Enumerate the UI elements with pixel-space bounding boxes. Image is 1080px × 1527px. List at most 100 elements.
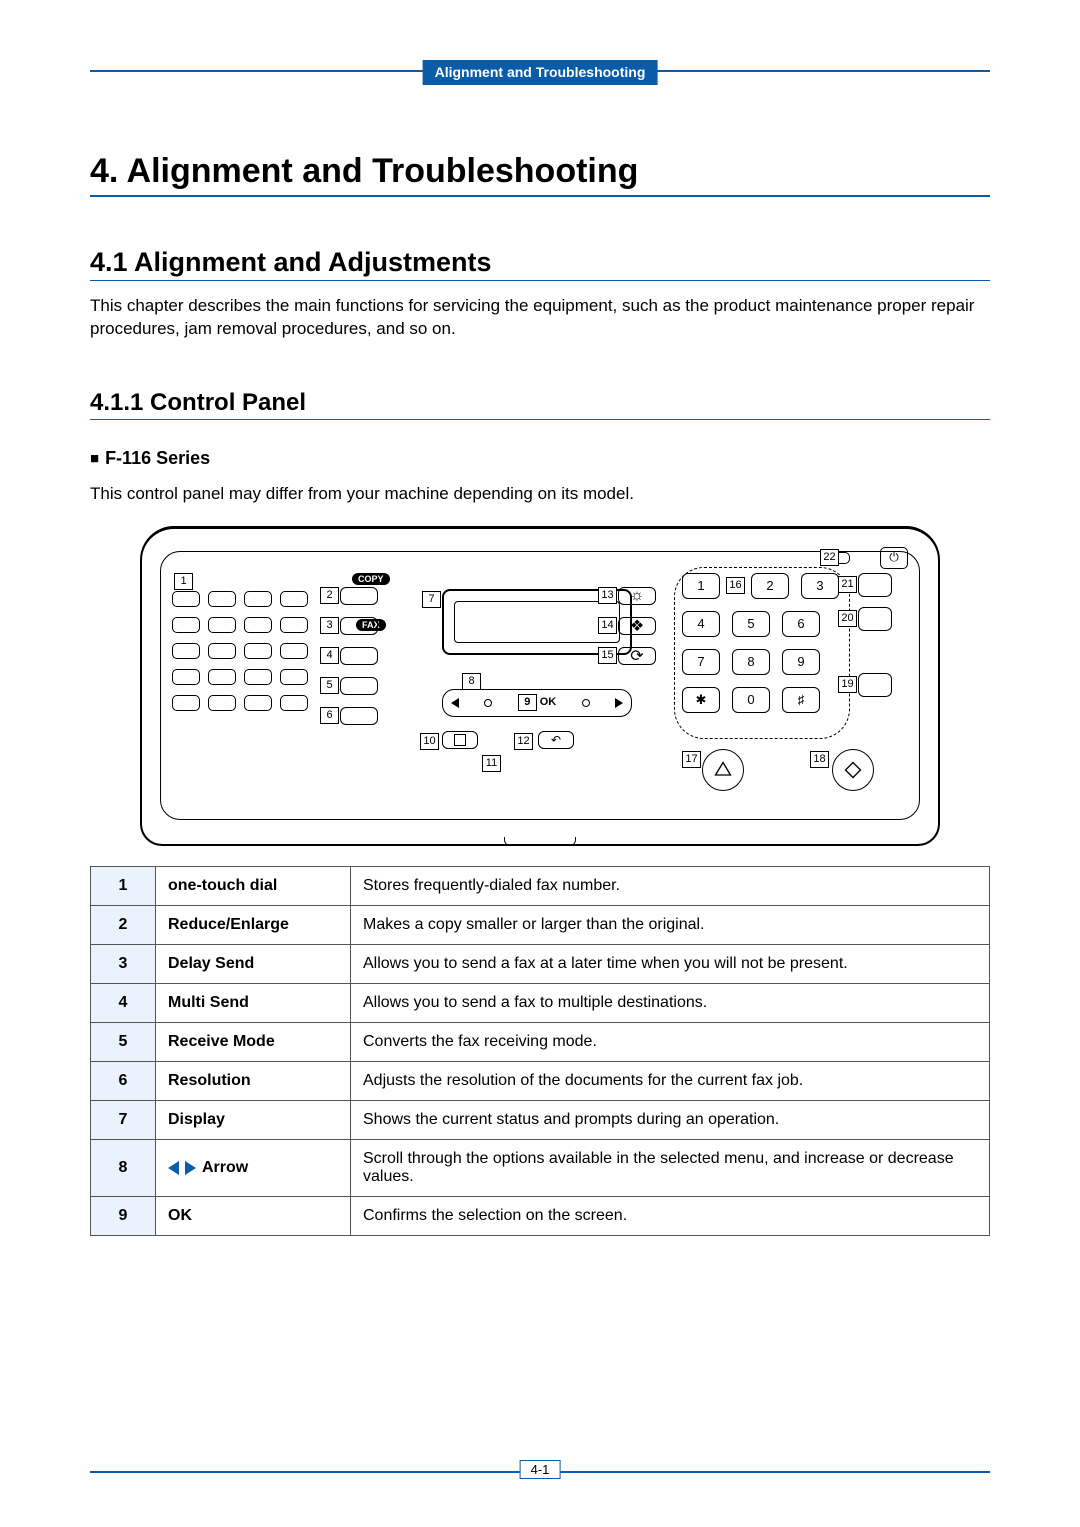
callout-11: 11	[482, 755, 501, 772]
footer-rule: 4-1	[90, 1471, 990, 1473]
callout-5: 5	[320, 677, 339, 694]
right-arrow-icon	[615, 698, 623, 708]
section-intro: This chapter describes the main function…	[90, 295, 990, 341]
key-3: 3	[801, 573, 839, 599]
right-arrow-icon	[185, 1161, 196, 1175]
table-row: 4 Multi Send Allows you to send a fax to…	[91, 983, 990, 1022]
stop-button-icon	[702, 749, 744, 791]
callout-20: 20	[838, 610, 857, 627]
subsection-title: 4.1.1 Control Panel	[90, 389, 990, 420]
row-num: 3	[91, 944, 156, 983]
table-row: 1 one-touch dial Stores frequently-diale…	[91, 866, 990, 905]
series-name: F-116 Series	[105, 448, 210, 469]
back-button-icon: ↶	[538, 731, 574, 749]
row-desc: Stores frequently-dialed fax number.	[351, 866, 990, 905]
row-desc: Adjusts the resolution of the documents …	[351, 1061, 990, 1100]
series-heading: ■ F-116 Series	[90, 448, 990, 469]
row-name: Delay Send	[156, 944, 351, 983]
arrow-label: Arrow	[202, 1159, 248, 1177]
key-hash: ♯	[782, 687, 820, 713]
row-desc: Scroll through the options available in …	[351, 1139, 990, 1196]
function-buttons-col: 2 3 4 5 6	[340, 587, 400, 737]
callout-8: 8	[462, 673, 481, 690]
key-5: 5	[732, 611, 770, 637]
callout-22: 22	[820, 549, 839, 566]
panel-notch-icon	[504, 837, 576, 846]
row-num: 4	[91, 983, 156, 1022]
row-name: OK	[156, 1196, 351, 1235]
row-name: one-touch dial	[156, 866, 351, 905]
series-bullet: ■	[90, 450, 99, 467]
bottom-buttons: ↶	[442, 731, 574, 749]
key-6: 6	[782, 611, 820, 637]
copy-pill: COPY	[352, 573, 390, 585]
row-name: Receive Mode	[156, 1022, 351, 1061]
row-name-arrow: Arrow	[156, 1139, 351, 1196]
callout-7: 7	[422, 591, 441, 608]
section-title: 4.1 Alignment and Adjustments	[90, 247, 990, 281]
left-arrow-icon	[451, 698, 459, 708]
power-button-icon: ⏻	[880, 547, 908, 569]
callout-13: 13	[598, 587, 617, 604]
row-name: Display	[156, 1100, 351, 1139]
key-9: 9	[782, 649, 820, 675]
callout-2: 2	[320, 587, 339, 604]
row-num: 2	[91, 905, 156, 944]
table-row: 2 Reduce/Enlarge Makes a copy smaller or…	[91, 905, 990, 944]
table-row: 8 Arrow Scroll through the options avail…	[91, 1139, 990, 1196]
redial-pause-icon	[858, 607, 892, 631]
key-8: 8	[732, 649, 770, 675]
row-num: 9	[91, 1196, 156, 1235]
left-arrow-icon	[168, 1161, 179, 1175]
row-desc: Shows the current status and prompts dur…	[351, 1100, 990, 1139]
callout-16: 16	[726, 577, 745, 594]
row-desc: Allows you to send a fax at a later time…	[351, 944, 990, 983]
row-num: 7	[91, 1100, 156, 1139]
key-star: ✱	[682, 687, 720, 713]
top-right-controls: 23 22 ⏻	[820, 547, 908, 569]
header-rule: Alignment and Troubleshooting	[90, 70, 990, 72]
page-number: 4-1	[520, 1460, 561, 1479]
dot-icon	[582, 699, 590, 707]
start-button-icon	[832, 749, 874, 791]
key-7: 7	[682, 649, 720, 675]
address-book-icon	[858, 573, 892, 597]
callout-4: 4	[320, 647, 339, 664]
numeric-keypad: 1 16 2 3 4 5 6 7 8 9	[682, 573, 842, 725]
table-row: 7 Display Shows the current status and p…	[91, 1100, 990, 1139]
row-name: Reduce/Enlarge	[156, 905, 351, 944]
on-hook-dial-icon	[858, 673, 892, 697]
row-num: 8	[91, 1139, 156, 1196]
darkness-icon: ☼	[618, 587, 656, 605]
callout-10: 10	[420, 733, 439, 750]
original-type-icon: ❖	[618, 617, 656, 635]
control-panel-figure: 23 22 ⏻ 1 COPY FAX	[90, 526, 990, 846]
nav-bar: 9OK	[442, 689, 632, 717]
table-row: 9 OK Confirms the selection on the scree…	[91, 1196, 990, 1235]
callout-3: 3	[320, 617, 339, 634]
table-row: 5 Receive Mode Converts the fax receivin…	[91, 1022, 990, 1061]
stop-start-row	[702, 749, 874, 791]
callout-19: 19	[838, 676, 857, 693]
callout-17: 17	[682, 751, 701, 768]
row-num: 6	[91, 1061, 156, 1100]
row-desc: Converts the fax receiving mode.	[351, 1022, 990, 1061]
row-name: Multi Send	[156, 983, 351, 1022]
key-4: 4	[682, 611, 720, 637]
row-desc: Makes a copy smaller or larger than the …	[351, 905, 990, 944]
scan-buttons-col: 13☼ 14❖ 15⟳	[618, 587, 674, 677]
chapter-title: 4. Alignment and Troubleshooting	[90, 152, 990, 197]
row-num: 1	[91, 866, 156, 905]
table-row: 6 Resolution Adjusts the resolution of t…	[91, 1061, 990, 1100]
callout-6: 6	[320, 707, 339, 724]
right-buttons-col: 21 20 19	[858, 573, 902, 707]
callout-21: 21	[838, 576, 857, 593]
header-chip: Alignment and Troubleshooting	[423, 60, 658, 85]
table-row: 3 Delay Send Allows you to send a fax at…	[91, 944, 990, 983]
row-desc: Confirms the selection on the screen.	[351, 1196, 990, 1235]
key-1: 1	[682, 573, 720, 599]
legend-table: 1 one-touch dial Stores frequently-diale…	[90, 866, 990, 1236]
one-touch-dial-grid	[172, 577, 322, 721]
ok-label: OK	[540, 696, 557, 708]
row-desc: Allows you to send a fax to multiple des…	[351, 983, 990, 1022]
